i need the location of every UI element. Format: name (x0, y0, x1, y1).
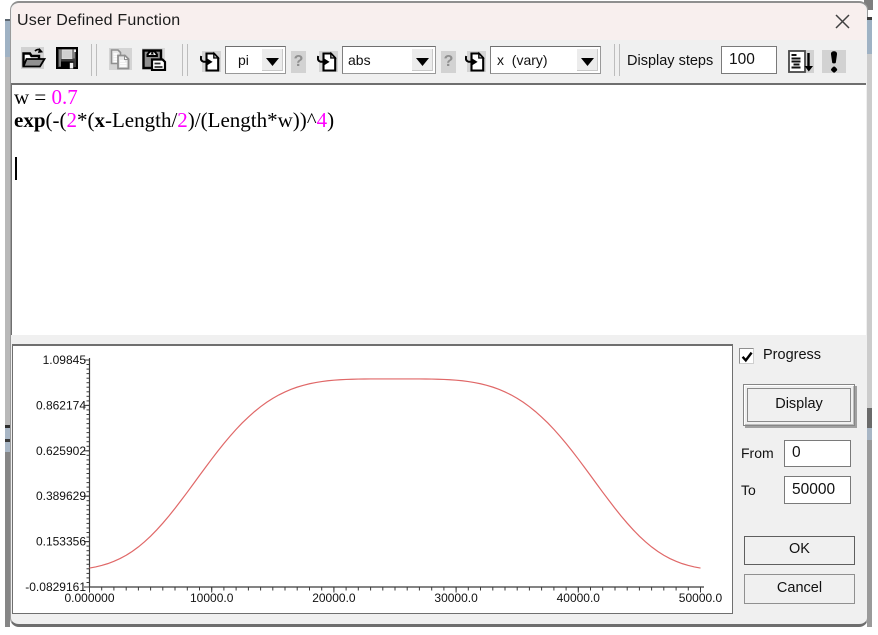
svg-text:50000.0: 50000.0 (679, 591, 723, 605)
svg-text:0.000000: 0.000000 (64, 591, 114, 605)
svg-text:0.625902: 0.625902 (36, 444, 86, 458)
svg-text:40000.0: 40000.0 (557, 591, 601, 605)
svg-text:30000.0: 30000.0 (434, 591, 478, 605)
svg-text:0.389629: 0.389629 (36, 489, 86, 503)
svg-text:1.09845: 1.09845 (43, 353, 87, 367)
svg-text:0.862174: 0.862174 (36, 398, 86, 412)
svg-text:10000.0: 10000.0 (190, 591, 234, 605)
svg-text:20000.0: 20000.0 (312, 591, 356, 605)
svg-text:0.153356: 0.153356 (36, 535, 86, 549)
